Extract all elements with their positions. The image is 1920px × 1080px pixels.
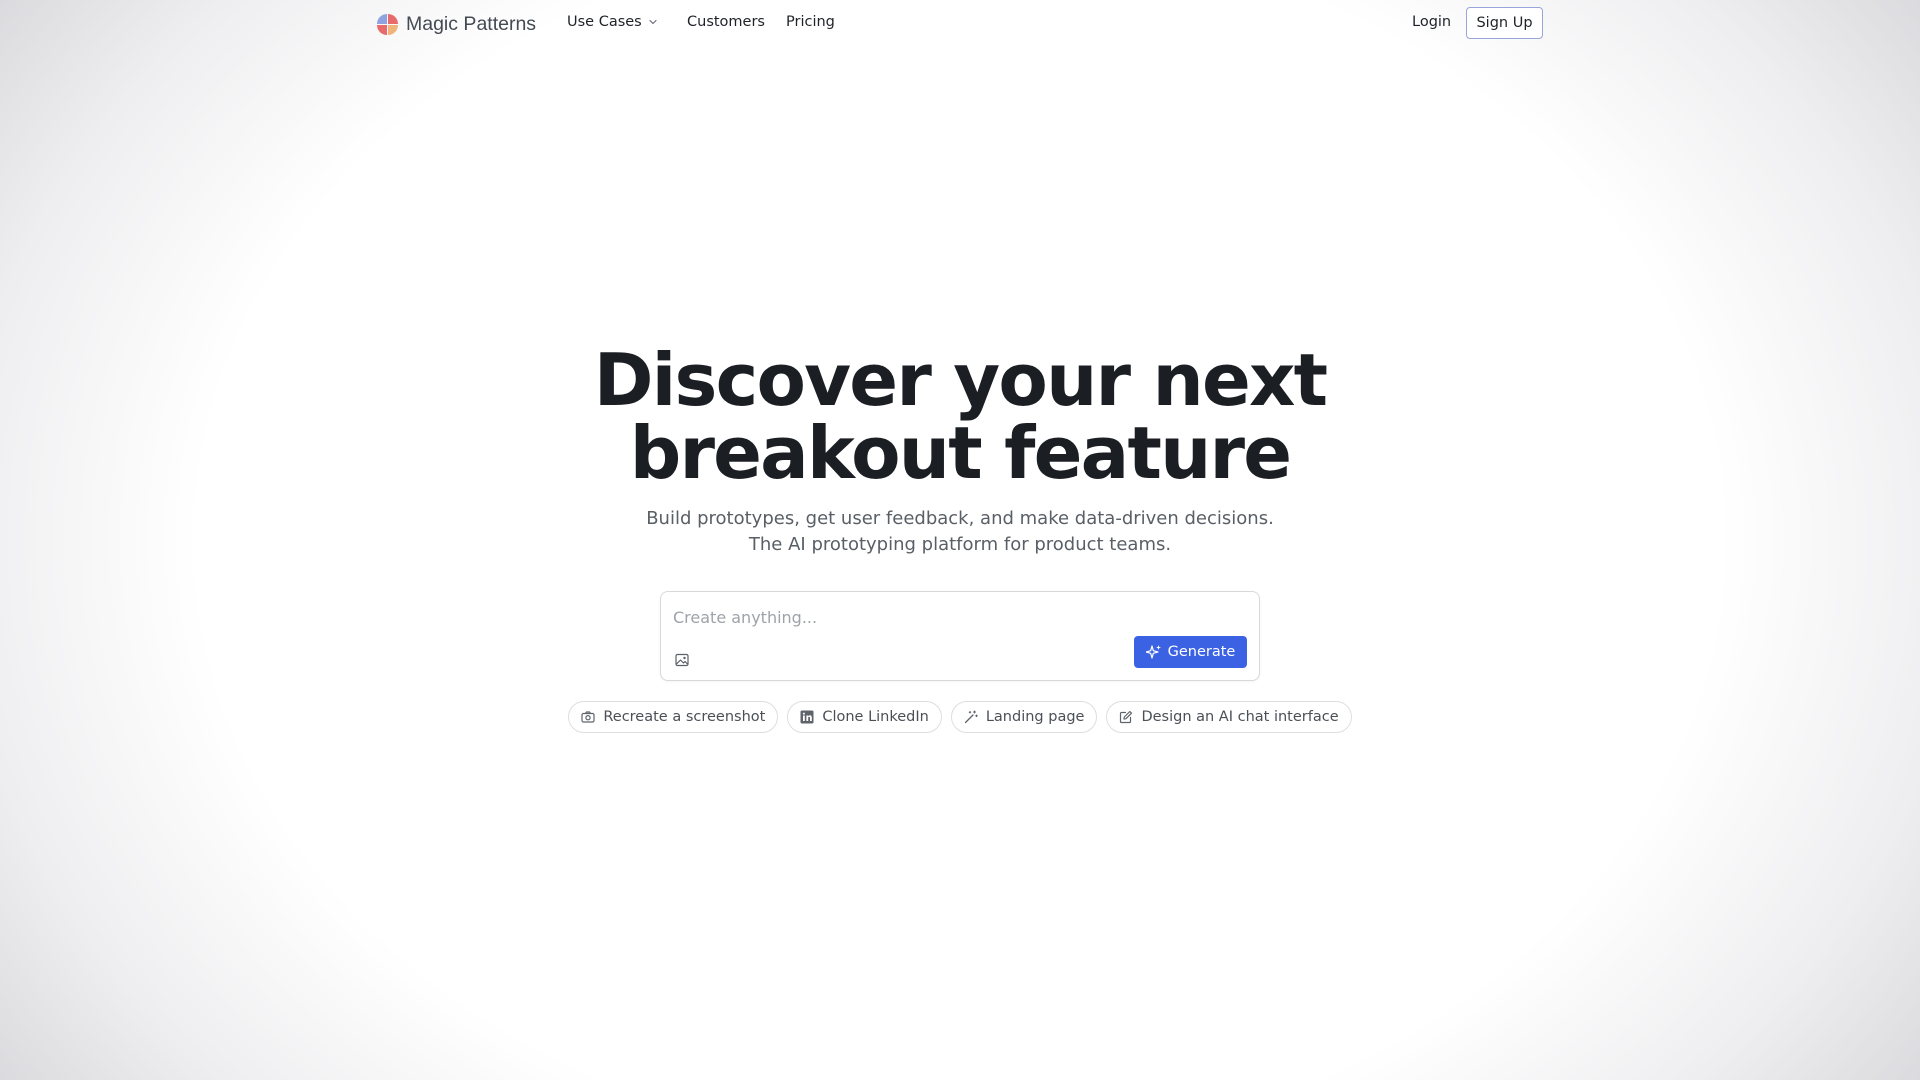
generate-button-label: Generate: [1167, 644, 1236, 660]
nav-use-cases-label: Use Cases: [567, 14, 642, 30]
camera-icon: [581, 711, 595, 723]
hero-subtitle-line-1: Build prototypes, get user feedback, and…: [646, 508, 1274, 529]
hero-section: Discover your next breakout feature Buil…: [0, 344, 1920, 558]
nav-customers[interactable]: Customers: [687, 14, 765, 30]
magic-patterns-logo-icon: [377, 14, 398, 35]
suggestion-recreate-screenshot[interactable]: Recreate a screenshot: [568, 701, 779, 733]
suggestion-label: Clone LinkedIn: [822, 709, 929, 725]
prompt-input[interactable]: [673, 605, 1243, 629]
chevron-down-icon: [649, 19, 657, 25]
generate-button[interactable]: Generate: [1134, 636, 1247, 668]
magic-wand-icon: [964, 710, 978, 724]
edit-icon: [1120, 710, 1133, 724]
image-icon: [675, 653, 689, 667]
prompt-box: Generate: [660, 591, 1260, 681]
suggestion-chips: Recreate a screenshot Clone LinkedIn Lan…: [0, 701, 1920, 733]
hero-headline-line-2: breakout feature: [629, 411, 1292, 495]
login-link[interactable]: Login: [1412, 14, 1451, 30]
hero-headline: Discover your next breakout feature: [0, 344, 1920, 490]
suggestion-label: Recreate a screenshot: [603, 709, 766, 725]
suggestion-label: Landing page: [985, 709, 1085, 725]
nav-use-cases[interactable]: Use Cases: [567, 14, 658, 30]
suggestion-landing-page[interactable]: Landing page: [950, 701, 1098, 733]
nav-pricing-label: Pricing: [786, 14, 835, 30]
nav-pricing[interactable]: Pricing: [786, 14, 835, 30]
suggestion-ai-chat-interface[interactable]: Design an AI chat interface: [1106, 701, 1352, 733]
linkedin-icon: [800, 710, 814, 724]
hero-subtitle-line-2: The AI prototyping platform for product …: [748, 534, 1172, 555]
nav-customers-label: Customers: [687, 14, 765, 30]
hero-subtitle: Build prototypes, get user feedback, and…: [0, 506, 1920, 558]
attach-image-button[interactable]: [674, 652, 690, 668]
top-navigation: Magic Patterns Use Cases Customers Prici…: [0, 0, 1920, 48]
brand-logo-link[interactable]: Magic Patterns: [375, 12, 536, 36]
hero-headline-line-1: Discover your next: [593, 338, 1328, 422]
brand-name: Magic Patterns: [406, 12, 537, 35]
suggestion-clone-linkedin[interactable]: Clone LinkedIn: [787, 701, 942, 733]
sparkles-icon: [1145, 645, 1161, 659]
suggestion-label: Design an AI chat interface: [1141, 709, 1339, 725]
sign-up-button[interactable]: Sign Up: [1466, 7, 1543, 39]
